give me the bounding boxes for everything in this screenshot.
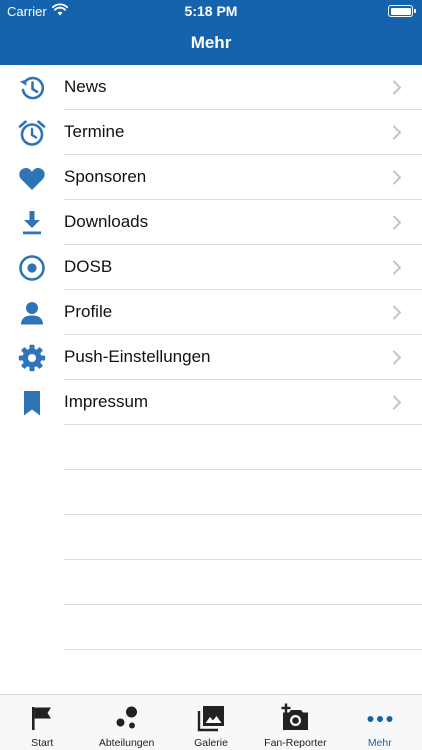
- menu-item-label: Impressum: [64, 392, 149, 411]
- heart-icon: [17, 163, 47, 193]
- chevron-right-icon: [393, 395, 401, 410]
- status-bar: Carrier 5:18 PM: [0, 0, 422, 22]
- battery-icon: [388, 5, 416, 17]
- alarm-clock-icon: [17, 118, 47, 148]
- menu-item-impressum[interactable]: Impressum: [0, 380, 422, 425]
- menu-item-label: Push-Einstellungen: [64, 347, 211, 366]
- navigation-bar: Mehr: [0, 22, 422, 65]
- tab-galerie[interactable]: Galerie: [169, 695, 253, 750]
- chevron-right-icon: [393, 350, 401, 365]
- menu-item-termine[interactable]: Termine: [0, 110, 422, 155]
- menu-item-label: Downloads: [64, 212, 149, 231]
- empty-row: [0, 425, 422, 470]
- menu-item-label: News: [64, 77, 107, 96]
- empty-row: [0, 650, 422, 694]
- menu-item-push-einstellungen[interactable]: Push-Einstellungen: [0, 335, 422, 380]
- tab-start[interactable]: Start: [0, 695, 84, 750]
- empty-row: [0, 515, 422, 560]
- bookmark-icon: [17, 388, 47, 418]
- history-icon: [17, 73, 47, 103]
- chevron-right-icon: [393, 80, 401, 95]
- gear-icon: [17, 343, 47, 373]
- tab-label: Mehr: [367, 737, 392, 749]
- more-dots-icon: [365, 703, 395, 733]
- chevron-right-icon: [393, 125, 401, 140]
- tab-label: Start: [31, 737, 54, 749]
- menu-item-profile[interactable]: Profile: [0, 290, 422, 335]
- tab-label: Galerie: [194, 737, 228, 749]
- tab-abteilungen[interactable]: Abteilungen: [84, 695, 168, 750]
- tab-label: Abteilungen: [98, 737, 155, 749]
- tab-label: Fan-Reporter: [264, 737, 327, 749]
- empty-row: [0, 605, 422, 650]
- gallery-icon: [196, 703, 226, 733]
- empty-row: [0, 560, 422, 605]
- menu-item-dosb[interactable]: DOSB: [0, 245, 422, 290]
- tab-bar: Start Abteilungen Galerie Fan-Reporter M…: [0, 694, 422, 750]
- empty-row: [0, 470, 422, 515]
- status-time: 5:18 PM: [184, 3, 238, 19]
- menu-item-news[interactable]: News: [0, 65, 422, 110]
- menu-item-downloads[interactable]: Downloads: [0, 200, 422, 245]
- menu-item-label: Profile: [64, 302, 113, 321]
- page-title: Mehr: [190, 33, 232, 52]
- add-photo-icon: [280, 703, 310, 733]
- bubbles-icon: [112, 703, 142, 733]
- person-icon: [17, 298, 47, 328]
- chevron-right-icon: [393, 170, 401, 185]
- flag-icon: [27, 703, 57, 733]
- menu-item-label: Termine: [64, 122, 125, 141]
- menu-item-sponsoren[interactable]: Sponsoren: [0, 155, 422, 200]
- chevron-right-icon: [393, 305, 401, 320]
- menu-item-label: DOSB: [64, 257, 113, 276]
- menu-item-label: Sponsoren: [64, 167, 147, 186]
- radio-target-icon: [17, 253, 47, 283]
- download-icon: [17, 208, 47, 238]
- menu-list: News Termine Sponsoren Downloads DOSB Pr…: [0, 65, 422, 694]
- chevron-right-icon: [393, 215, 401, 230]
- tab-mehr[interactable]: Mehr: [338, 695, 422, 750]
- tab-fan-reporter[interactable]: Fan-Reporter: [253, 695, 337, 750]
- chevron-right-icon: [393, 260, 401, 275]
